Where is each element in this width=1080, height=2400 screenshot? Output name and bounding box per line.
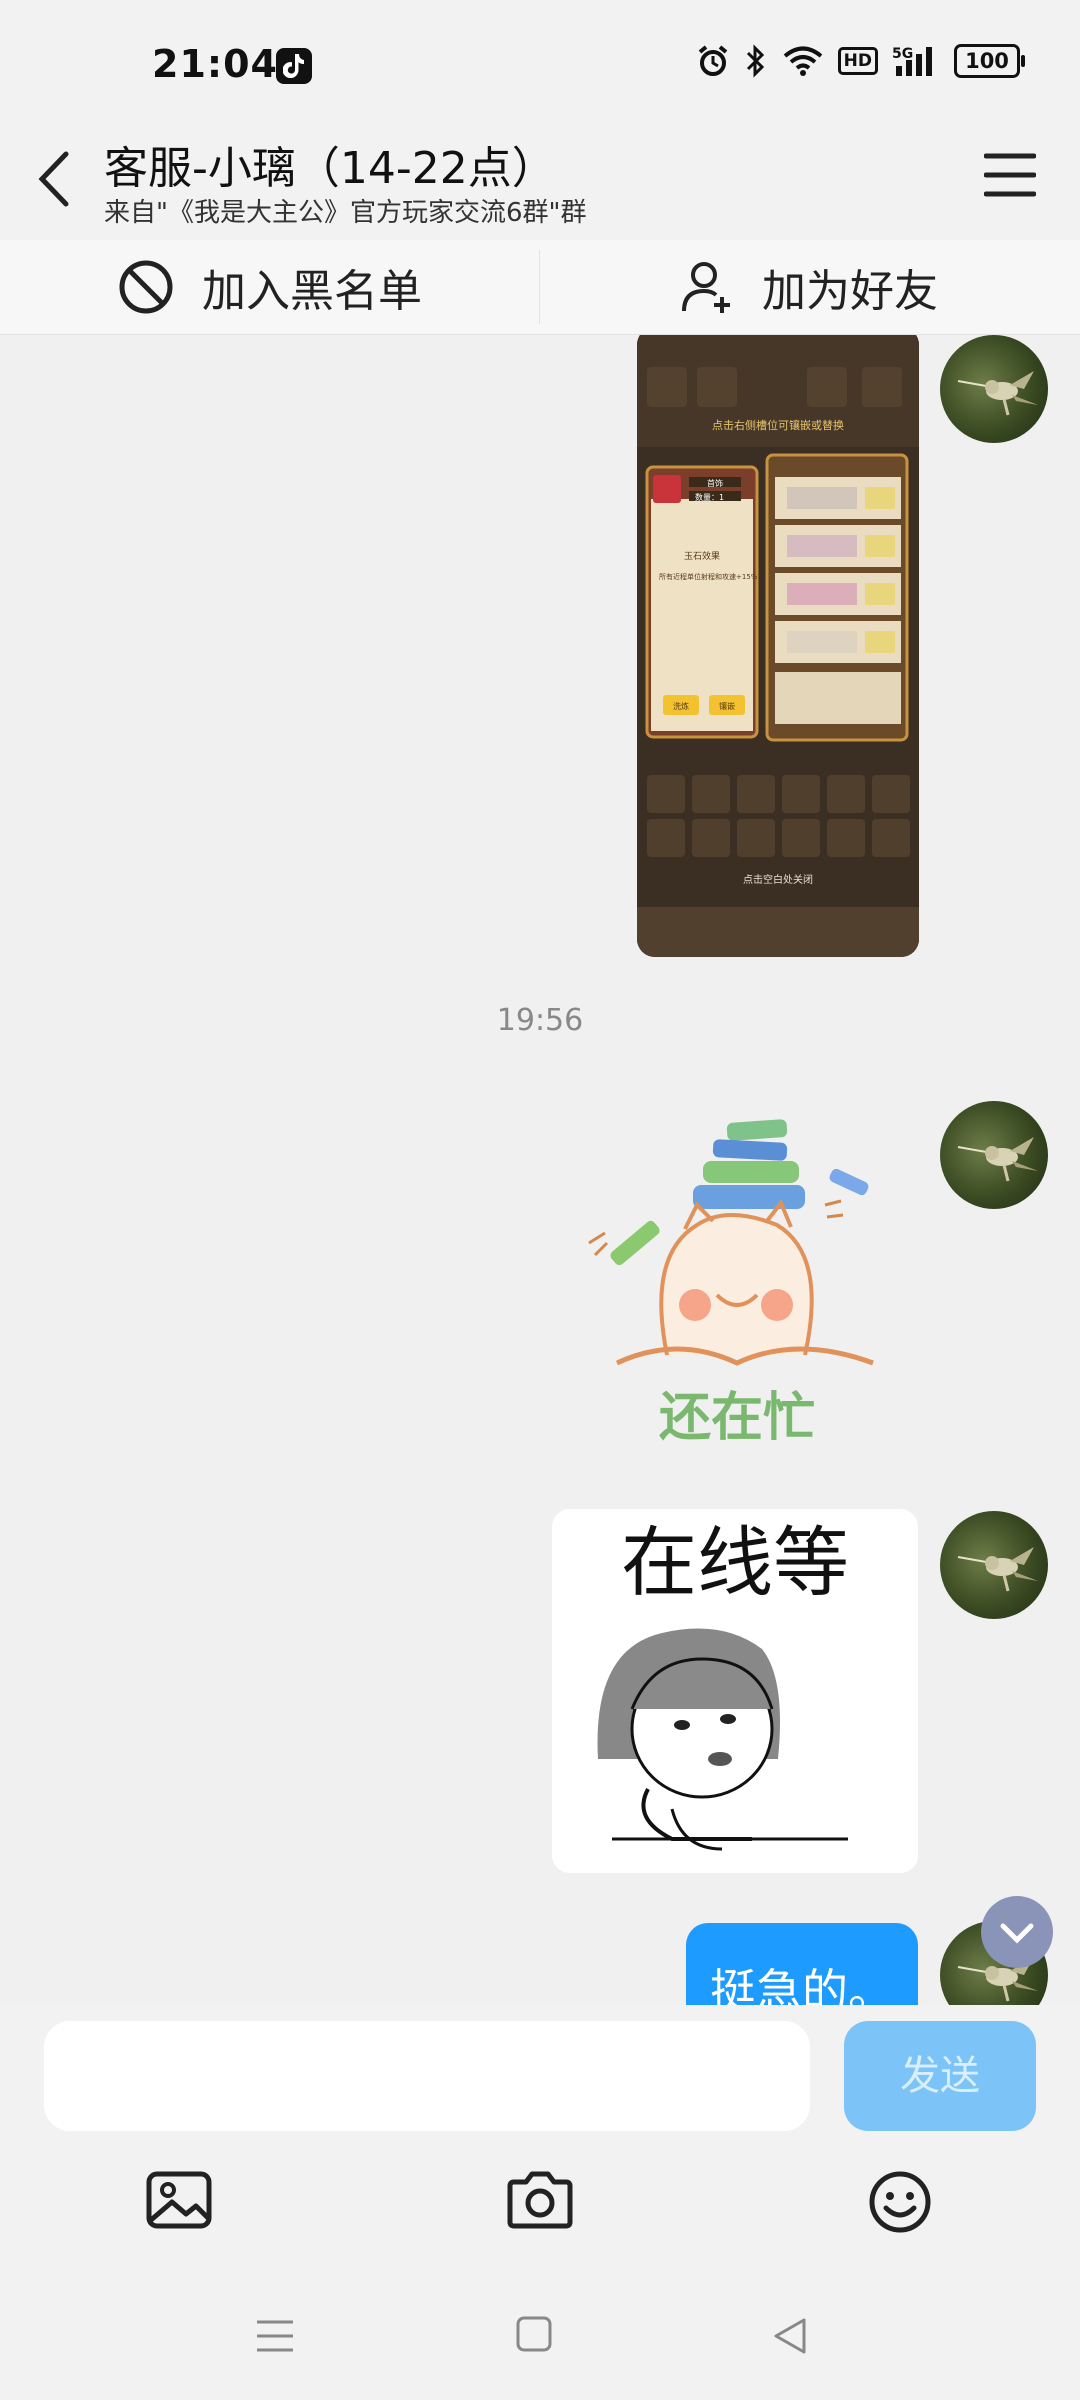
hamburger-menu-icon[interactable]	[984, 152, 1036, 198]
sticker-busy-caption: 还在忙	[659, 1388, 815, 1448]
chevron-down-icon	[1000, 1923, 1034, 1944]
message-list[interactable]: 点击右侧槽位可镶嵌或替换 首饰 数量：1 玉石效果 所有近程单位射程和攻速+15…	[0, 335, 1080, 2005]
chat-header: 客服-小璃（14-22点） 来自"《我是大主公》官方玩家交流6群"群	[0, 120, 1080, 240]
screenshot-tag2: 数量：1	[695, 492, 724, 502]
system-navigation-bar	[0, 2270, 1080, 2400]
cellular-signal-icon: 5G	[892, 46, 932, 76]
waiting-online-sticker: 在线等	[552, 1509, 918, 1873]
action-divider	[539, 250, 540, 324]
status-bar: 21:04 HD 5G 100	[0, 0, 1080, 120]
add-to-blacklist-label: 加入黑名单	[202, 266, 422, 317]
add-friend-button[interactable]: 加为好友	[680, 240, 938, 334]
message-input[interactable]	[44, 2021, 810, 2131]
input-toolbar	[0, 2140, 1080, 2270]
screenshot-panel-title: 玉石效果	[684, 550, 720, 562]
screenshot-btn-b: 镶嵌	[719, 701, 735, 711]
bluetooth-icon	[746, 44, 764, 78]
avatar[interactable]	[940, 1511, 1048, 1619]
add-user-icon	[682, 262, 730, 313]
hummingbird-avatar-icon	[957, 371, 1038, 416]
busy-cat-sticker: 还在忙	[588, 1119, 874, 1448]
screenshot-top-hint: 点击右侧槽位可镶嵌或替换	[712, 418, 844, 432]
status-time: 21:04	[152, 42, 278, 86]
status-icons: HD 5G 100	[696, 44, 1025, 78]
home-icon[interactable]	[516, 2316, 552, 2352]
battery-indicator: 100	[954, 44, 1025, 78]
text-message-bubble[interactable]: 挺急的。	[686, 1923, 918, 2005]
emoji-icon[interactable]	[868, 2170, 932, 2234]
image-icon[interactable]	[146, 2170, 212, 2230]
message-timestamp: 19:56	[496, 1003, 584, 1038]
chat-subtitle: 来自"《我是大主公》官方玩家交流6群"群	[104, 198, 587, 228]
svg-text:5G: 5G	[892, 46, 913, 62]
back-arrow-icon[interactable]	[34, 144, 74, 214]
game-screenshot: 点击右侧槽位可镶嵌或替换 首饰 数量：1 玉石效果 所有近程单位射程和攻速+15…	[637, 335, 919, 957]
avatar[interactable]	[940, 1101, 1048, 1209]
tiktok-notification-icon	[276, 48, 312, 84]
alarm-icon	[698, 45, 727, 76]
screenshot-btn-a: 洗炼	[673, 701, 689, 711]
hummingbird-avatar-icon	[957, 1547, 1038, 1592]
image-message-game-screenshot[interactable]: 点击右侧槽位可镶嵌或替换 首饰 数量：1 玉石效果 所有近程单位射程和攻速+15…	[637, 335, 919, 957]
camera-icon[interactable]	[506, 2170, 574, 2230]
screenshot-tag1: 首饰	[707, 478, 723, 488]
sticker-message-busy[interactable]: 还在忙	[577, 1105, 887, 1451]
back-nav-icon[interactable]	[770, 2316, 810, 2356]
recent-apps-icon[interactable]	[255, 2316, 295, 2356]
hummingbird-avatar-icon	[957, 1137, 1038, 1182]
contact-action-bar: 加入黑名单 加为好友	[0, 240, 1080, 335]
sticker-waiting-caption: 在线等	[621, 1518, 849, 1607]
sticker-message-waiting-online[interactable]: 在线等	[552, 1509, 918, 1873]
send-button[interactable]: 发送	[844, 2021, 1036, 2131]
screenshot-bottom-hint: 点击空白处关闭	[743, 873, 813, 886]
text-message-content: 挺急的。	[710, 1964, 894, 2005]
chat-title: 客服-小璃（14-22点）	[104, 143, 556, 194]
wifi-icon	[783, 46, 822, 76]
scroll-to-bottom-button[interactable]	[981, 1896, 1053, 1968]
add-friend-label: 加为好友	[762, 266, 938, 317]
hd-badge: HD	[837, 47, 878, 75]
message-input-bar: 发送	[0, 2005, 1080, 2140]
avatar[interactable]	[940, 335, 1048, 443]
block-icon	[119, 260, 173, 314]
screenshot-panel-desc: 所有近程单位射程和攻速+15%	[659, 572, 758, 581]
add-to-blacklist-button[interactable]: 加入黑名单	[118, 240, 422, 334]
